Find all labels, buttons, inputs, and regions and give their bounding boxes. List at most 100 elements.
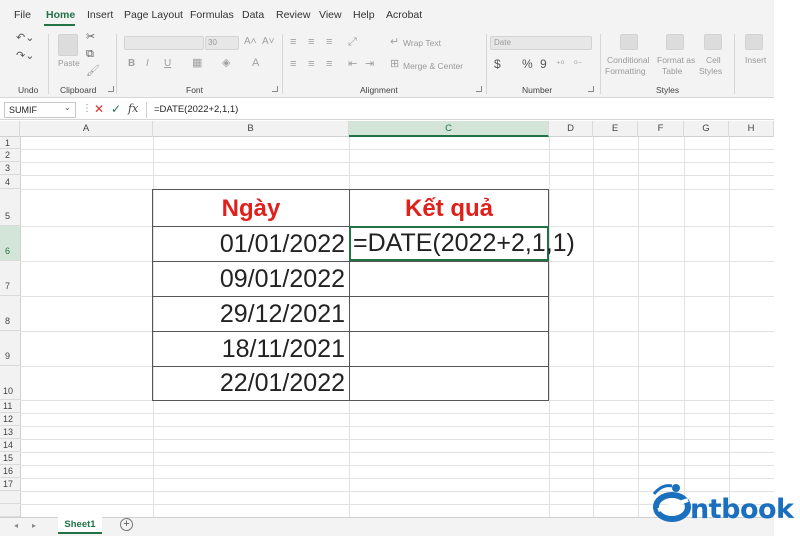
insert-function-icon[interactable]: fx xyxy=(128,102,138,116)
select-all-corner[interactable] xyxy=(0,121,20,137)
row-header-15[interactable]: 15 xyxy=(0,452,20,465)
row-header-5[interactable]: 5 xyxy=(0,189,20,226)
conditional-formatting-icon[interactable] xyxy=(620,34,638,50)
cut-icon[interactable]: ✂ xyxy=(86,31,95,43)
sheet-nav-prev-icon[interactable]: ◂ xyxy=(14,521,18,530)
font-size-box[interactable]: 30 xyxy=(205,36,239,50)
row-header-7[interactable]: 7 xyxy=(0,261,20,296)
undo-icon[interactable]: ↶⌄ xyxy=(16,32,34,44)
fill-color-icon[interactable]: ◈ xyxy=(222,57,230,69)
table-cell[interactable] xyxy=(349,331,549,367)
menu-review[interactable]: Review xyxy=(276,9,310,21)
row-header-2[interactable]: 2 xyxy=(0,149,20,162)
column-header-c[interactable]: C xyxy=(349,121,549,137)
borders-icon[interactable]: ▦ xyxy=(192,57,202,69)
row-header-3[interactable]: 3 xyxy=(0,162,20,175)
table-cell[interactable] xyxy=(349,366,549,401)
increase-decimal-icon[interactable]: ⁺⁰ xyxy=(556,58,564,70)
insert-cells-label[interactable]: Insert xyxy=(745,55,766,65)
increase-indent-icon[interactable]: ⇥ xyxy=(365,58,374,70)
cell-styles-label-1[interactable]: Cell xyxy=(706,55,721,65)
column-header-b[interactable]: B xyxy=(153,121,349,137)
currency-icon[interactable]: $ xyxy=(494,58,501,70)
percent-icon[interactable]: % xyxy=(522,58,533,70)
column-header-f[interactable]: F xyxy=(638,121,684,137)
row-header-9[interactable]: 9 xyxy=(0,331,20,366)
column-header-a[interactable]: A xyxy=(20,121,153,137)
menu-view[interactable]: View xyxy=(319,9,342,21)
row-header-11[interactable]: 11 xyxy=(0,400,20,413)
paste-icon[interactable] xyxy=(58,34,78,56)
row-header-18[interactable] xyxy=(0,491,20,504)
row-header-1[interactable]: 1 xyxy=(0,137,20,149)
align-middle-icon[interactable]: ≡ xyxy=(308,36,314,48)
copy-icon[interactable]: ⧉ xyxy=(86,48,94,60)
merge-center-label[interactable]: Merge & Center xyxy=(403,61,463,71)
wrap-text-icon[interactable]: ↵ xyxy=(390,36,399,48)
row-header-19[interactable] xyxy=(0,504,20,517)
number-format-dropdown[interactable]: Date xyxy=(490,36,592,50)
row-header-6[interactable]: 6 xyxy=(0,226,20,261)
align-top-icon[interactable]: ≡ xyxy=(290,36,296,48)
sheet-tab-active[interactable]: Sheet1 xyxy=(58,517,102,534)
table-cell[interactable] xyxy=(349,296,549,332)
decrease-decimal-icon[interactable]: ⁰⁻ xyxy=(574,58,582,70)
insert-cells-icon[interactable] xyxy=(745,34,763,50)
row-header-16[interactable]: 16 xyxy=(0,465,20,478)
row-header-13[interactable]: 13 xyxy=(0,426,20,439)
align-left-icon[interactable]: ≡ xyxy=(290,58,296,70)
cancel-entry-icon[interactable]: ✕ xyxy=(94,102,104,116)
italic-icon[interactable]: I xyxy=(146,58,149,70)
date-cell-2[interactable]: 09/01/2022 xyxy=(153,265,345,294)
row-header-8[interactable]: 8 xyxy=(0,296,20,331)
row-header-4[interactable]: 4 xyxy=(0,175,20,189)
date-cell-5[interactable]: 22/01/2022 xyxy=(153,369,345,398)
merge-center-icon[interactable]: ⊞ xyxy=(390,58,399,70)
comma-style-icon[interactable]: 9 xyxy=(540,58,547,70)
row-header-12[interactable]: 12 xyxy=(0,413,20,426)
paste-label[interactable]: Paste xyxy=(58,58,80,68)
font-launcher-icon[interactable] xyxy=(272,86,278,92)
column-header-d[interactable]: D xyxy=(549,121,593,137)
cell-styles-label-2[interactable]: Styles xyxy=(699,66,722,76)
formula-input[interactable]: =DATE(2022+2,1,1) xyxy=(154,104,238,115)
table-cell[interactable] xyxy=(349,261,549,297)
row-header-14[interactable]: 14 xyxy=(0,439,20,452)
font-name-box[interactable] xyxy=(124,36,204,50)
orientation-icon[interactable]: ⤢ xyxy=(348,36,357,48)
column-header-h[interactable]: H xyxy=(729,121,774,137)
format-painter-icon[interactable]: 🖌 xyxy=(86,65,100,77)
format-as-table-label-1[interactable]: Format as xyxy=(657,55,695,65)
menu-help[interactable]: Help xyxy=(353,9,375,21)
menu-page-layout[interactable]: Page Layout xyxy=(124,9,183,21)
number-launcher-icon[interactable] xyxy=(588,86,594,92)
shrink-font-icon[interactable]: A˅ xyxy=(262,36,275,48)
clipboard-launcher-icon[interactable] xyxy=(108,86,114,92)
align-bottom-icon[interactable]: ≡ xyxy=(326,36,332,48)
active-cell-formula[interactable]: =DATE(2022+2,1,1) xyxy=(353,229,575,258)
format-as-table-label-2[interactable]: Table xyxy=(662,66,682,76)
conditional-formatting-label-2[interactable]: Formatting xyxy=(605,66,646,76)
bold-icon[interactable]: B xyxy=(128,58,135,70)
wrap-text-label[interactable]: Wrap Text xyxy=(403,38,441,48)
row-header-10[interactable]: 10 xyxy=(0,366,20,400)
menu-home[interactable]: Home xyxy=(46,9,75,21)
align-center-icon[interactable]: ≡ xyxy=(308,58,314,70)
alignment-launcher-icon[interactable] xyxy=(476,86,482,92)
underline-icon[interactable]: U xyxy=(164,58,171,70)
menu-insert[interactable]: Insert xyxy=(87,9,113,21)
menu-formulas[interactable]: Formulas xyxy=(190,9,234,21)
font-color-icon[interactable]: A xyxy=(252,57,259,69)
date-cell-4[interactable]: 18/11/2021 xyxy=(153,335,345,364)
row-header-17[interactable]: 17 xyxy=(0,478,20,491)
formula-bar-more-icon[interactable]: ⋮ xyxy=(82,102,92,116)
decrease-indent-icon[interactable]: ⇤ xyxy=(348,58,357,70)
menu-file[interactable]: File xyxy=(14,9,31,21)
redo-icon[interactable]: ↷⌄ xyxy=(16,50,34,62)
menu-data[interactable]: Data xyxy=(242,9,264,21)
confirm-entry-icon[interactable]: ✓ xyxy=(111,102,121,116)
conditional-formatting-label-1[interactable]: Conditional xyxy=(607,55,650,65)
sheet-nav-next-icon[interactable]: ▸ xyxy=(32,521,36,530)
align-right-icon[interactable]: ≡ xyxy=(326,58,332,70)
date-cell-1[interactable]: 01/01/2022 xyxy=(153,230,345,259)
